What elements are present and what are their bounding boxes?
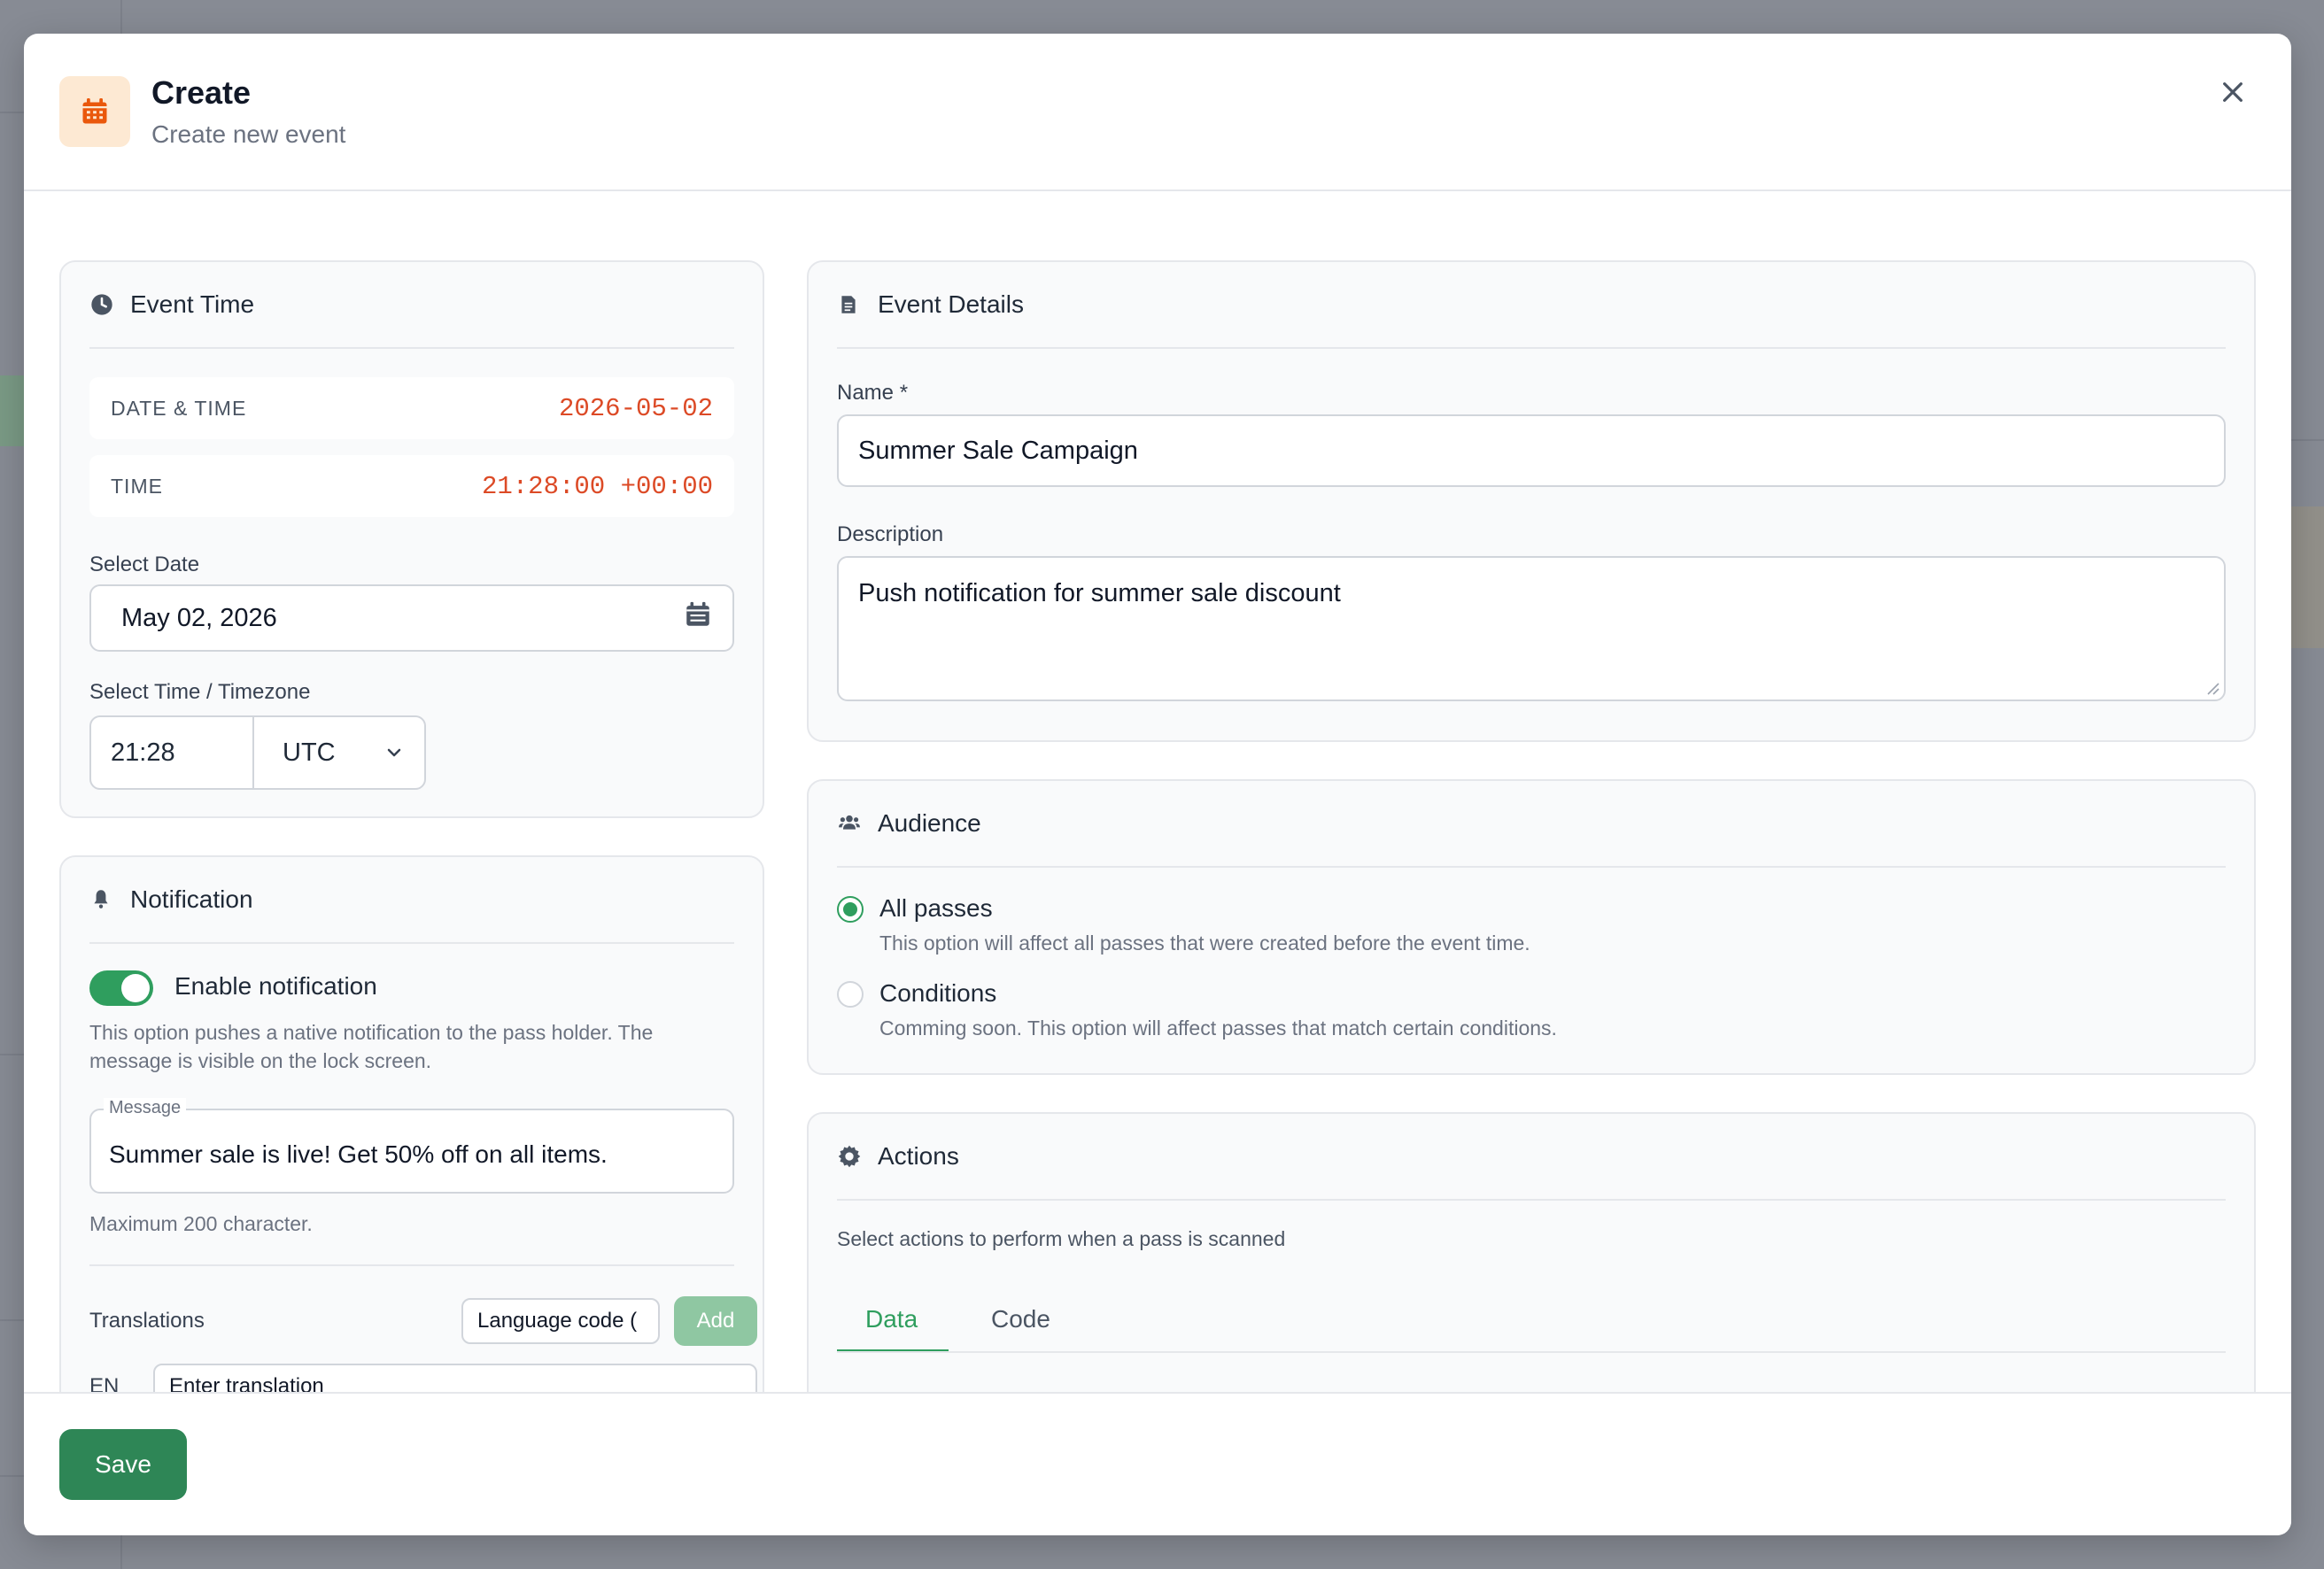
date-input[interactable]: May 02, 2026	[89, 584, 734, 652]
modal-title: Create	[151, 74, 252, 111]
select-date-label: Select Date	[89, 553, 200, 576]
save-button[interactable]: Save	[59, 1429, 187, 1500]
clock-icon	[89, 292, 114, 317]
background-highlight	[0, 375, 25, 446]
description-textarea[interactable]: Push notification for summer sale discou…	[837, 556, 2226, 701]
actions-card: Actions Select actions to perform when a…	[807, 1112, 2256, 1426]
name-input[interactable]: Summer Sale Campaign	[837, 414, 2226, 487]
conditions-title: Conditions	[879, 979, 997, 1007]
add-translation-button[interactable]: Add	[674, 1296, 757, 1346]
name-label: Name *	[837, 381, 909, 405]
close-icon	[2223, 82, 2243, 102]
time-input[interactable]: 21:28	[91, 717, 254, 788]
translations-label: Translations	[89, 1309, 205, 1333]
time-label: TIME	[111, 474, 163, 498]
notification-helper-line2: message is visible on the lock screen.	[89, 1049, 432, 1072]
audience-header: Audience	[837, 781, 2226, 868]
toggle-label: Enable notification	[174, 972, 377, 1000]
tab-code[interactable]: Code	[991, 1305, 1050, 1333]
time-row: TIME 21:28:00 +00:00	[89, 455, 734, 517]
tabs-divider	[837, 1351, 2226, 1353]
message-field[interactable]: Message Summer sale is live! Get 50% off…	[89, 1098, 734, 1194]
notification-card: Notification Enable notification This op…	[59, 855, 764, 1426]
actions-header: Actions	[837, 1114, 2226, 1201]
actions-title: Actions	[878, 1142, 959, 1170]
event-details-title: Event Details	[878, 290, 1024, 318]
create-event-modal: Create Create new event Event Time DATE …	[24, 34, 2291, 1535]
background-divider	[2289, 439, 2324, 441]
audience-title: Audience	[878, 809, 981, 837]
all-passes-desc: This option will affect all passes that …	[879, 931, 1530, 955]
background-panel	[2289, 506, 2324, 648]
message-legend: Message	[104, 1098, 187, 1118]
chevron-down-icon	[387, 748, 401, 757]
audience-card: Audience All passes This option will aff…	[807, 779, 2256, 1075]
notification-divider	[89, 1264, 734, 1266]
modal-subtitle: Create new event	[151, 120, 346, 148]
description-value: Push notification for summer sale discou…	[858, 579, 1341, 607]
timezone-select[interactable]: UTC	[254, 717, 424, 788]
date-time-label: DATE & TIME	[111, 396, 247, 420]
conditions-radio[interactable]	[837, 981, 864, 1008]
actions-helper: Select actions to perform when a pass is…	[837, 1227, 1286, 1250]
date-time-row: DATE & TIME 2026-05-02	[89, 377, 734, 439]
users-icon	[837, 811, 862, 836]
modal-header: Create Create new event	[24, 34, 2291, 191]
description-label: Description	[837, 522, 944, 546]
select-time-label: Select Time / Timezone	[89, 680, 311, 704]
tab-data[interactable]: Data	[865, 1305, 918, 1333]
message-value: Summer sale is live! Get 50% off on all …	[109, 1140, 608, 1168]
modal-footer: Save	[24, 1392, 2291, 1535]
notification-title: Notification	[130, 885, 253, 913]
max-character-helper: Maximum 200 character.	[89, 1212, 313, 1235]
event-details-card: Event Details Name * Summer Sale Campaig…	[807, 260, 2256, 742]
toggle-knob	[121, 974, 150, 1002]
all-passes-title: All passes	[879, 894, 993, 922]
event-time-card: Event Time DATE & TIME 2026-05-02 TIME 2…	[59, 260, 764, 818]
time-value: 21:28:00 +00:00	[481, 471, 713, 501]
event-time-header: Event Time	[89, 262, 734, 349]
timezone-value: UTC	[283, 738, 336, 767]
notification-helper-line1: This option pushes a native notification…	[89, 1021, 654, 1044]
conditions-desc: Comming soon. This option will affect pa…	[879, 1016, 1557, 1040]
language-code-input[interactable]: Language code (	[461, 1298, 660, 1344]
date-input-value: May 02, 2026	[121, 603, 277, 632]
event-details-header: Event Details	[837, 262, 2226, 349]
close-button[interactable]	[2206, 66, 2259, 119]
resize-handle-icon[interactable]	[2204, 680, 2220, 696]
calendar-picker-icon[interactable]	[683, 599, 713, 637]
all-passes-radio[interactable]	[837, 896, 864, 923]
modal-body[interactable]: Event Time DATE & TIME 2026-05-02 TIME 2…	[24, 193, 2291, 1426]
document-icon	[837, 292, 862, 317]
notification-header: Notification	[89, 857, 734, 944]
event-time-title: Event Time	[130, 290, 255, 318]
calendar-icon	[59, 76, 130, 147]
notification-toggle[interactable]	[89, 970, 153, 1006]
date-time-value: 2026-05-02	[558, 393, 713, 423]
bell-icon	[89, 887, 114, 912]
gear-icon	[837, 1144, 862, 1169]
time-timezone-group: 21:28 UTC	[89, 715, 426, 790]
